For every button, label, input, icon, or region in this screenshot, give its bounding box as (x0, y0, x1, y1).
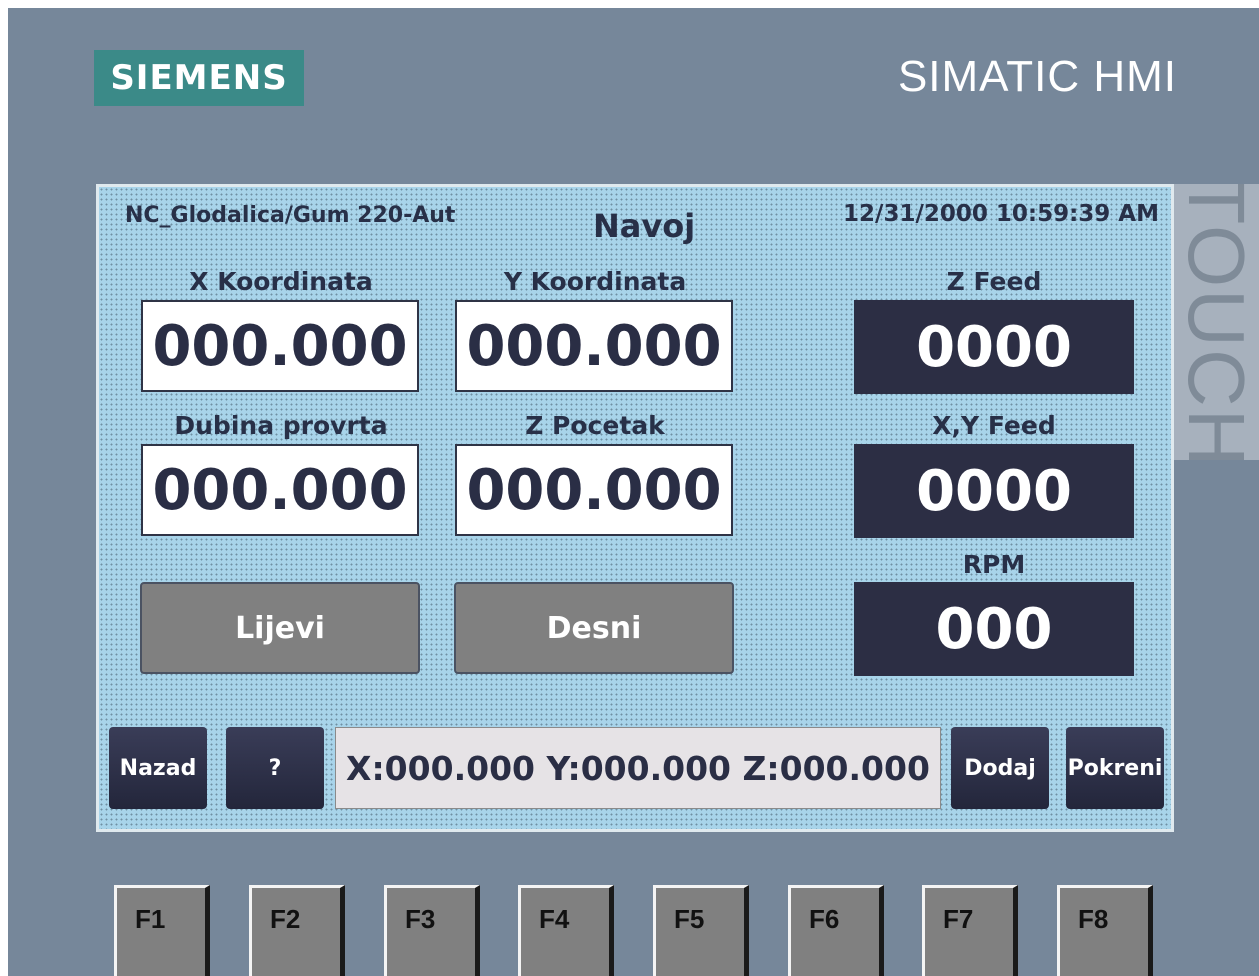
depth-field[interactable]: 000.000 (141, 444, 419, 536)
date-time: 12/31/2000 10:59:39 AM (843, 201, 1159, 227)
xy-feed-field[interactable]: 0000 (854, 444, 1134, 538)
touch-label-strip: TOUCH (1172, 184, 1259, 460)
f8-key-label: F8 (1078, 904, 1109, 934)
f1-key[interactable]: F1 (114, 885, 210, 976)
f7-key[interactable]: F7 (922, 885, 1018, 976)
rpm-label: RPM (962, 550, 1026, 579)
f2-key-label: F2 (270, 904, 301, 934)
page-title: Navoj (593, 207, 696, 245)
xy-feed-label: X,Y Feed (932, 411, 1056, 440)
touch-label: TOUCH (1172, 184, 1259, 460)
f3-key[interactable]: F3 (384, 885, 480, 976)
right-button[interactable]: Desni (454, 582, 734, 674)
simatic-hmi-label: SIMATIC HMI (897, 52, 1177, 101)
z-start-label: Z Pocetak (525, 411, 665, 440)
z-feed-field[interactable]: 0000 (854, 300, 1134, 394)
f5-key[interactable]: F5 (653, 885, 749, 976)
f3-key-label: F3 (405, 904, 436, 934)
z-feed-label: Z Feed (946, 267, 1042, 296)
f1-key-label: F1 (135, 904, 166, 934)
f5-key-label: F5 (674, 904, 705, 934)
f6-key-label: F6 (809, 904, 840, 934)
y-coordinate-field[interactable]: 000.000 (455, 300, 733, 392)
f6-key[interactable]: F6 (788, 885, 884, 976)
f4-key[interactable]: F4 (518, 885, 614, 976)
depth-label: Dubina provrta (174, 411, 388, 440)
f8-key[interactable]: F8 (1057, 885, 1153, 976)
rpm-field[interactable]: 000 (854, 582, 1134, 676)
x-coordinate-field[interactable]: 000.000 (141, 300, 419, 392)
left-button[interactable]: Lijevi (140, 582, 420, 674)
hmi-screen: NC_Glodalica/Gum 220-Aut Navoj 12/31/200… (96, 184, 1174, 832)
f7-key-label: F7 (943, 904, 974, 934)
f4-key-label: F4 (539, 904, 570, 934)
x-coordinate-label: X Koordinata (189, 267, 373, 296)
y-coordinate-label: Y Koordinata (503, 267, 687, 296)
z-start-field[interactable]: 000.000 (455, 444, 733, 536)
start-button[interactable]: Pokreni (1066, 727, 1164, 809)
add-button[interactable]: Dodaj (951, 727, 1049, 809)
coordinates-display: X:000.000 Y:000.000 Z:000.000 (335, 727, 941, 809)
back-button[interactable]: Nazad (109, 727, 207, 809)
siemens-logo: SIEMENS (94, 50, 304, 106)
project-name: NC_Glodalica/Gum 220-Aut (125, 203, 456, 228)
hmi-panel: SIEMENS SIMATIC HMI TOUCH NC_Glodalica/G… (8, 8, 1259, 976)
f2-key[interactable]: F2 (249, 885, 345, 976)
help-button[interactable]: ? (226, 727, 324, 809)
